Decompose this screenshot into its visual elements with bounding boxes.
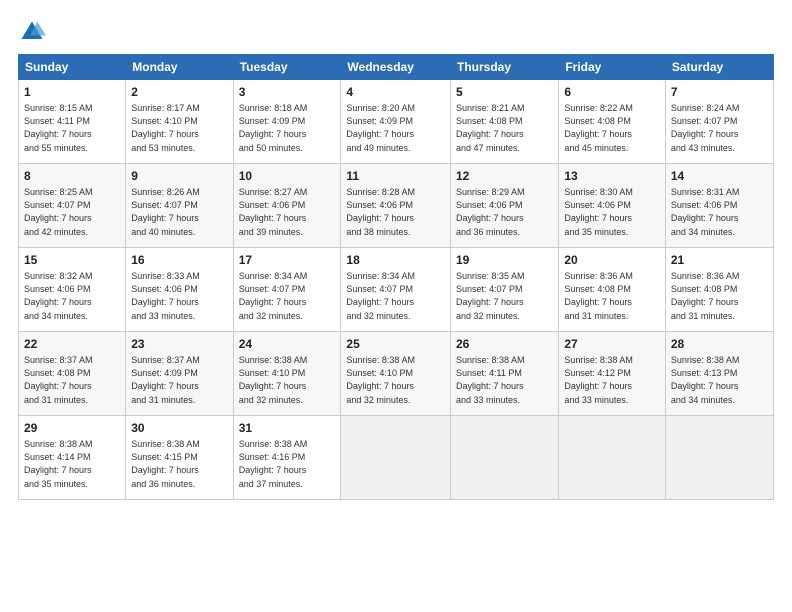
table-row: 13Sunrise: 8:30 AMSunset: 4:06 PMDayligh… bbox=[559, 164, 666, 248]
logo bbox=[18, 18, 50, 46]
table-row: 5Sunrise: 8:21 AMSunset: 4:08 PMDaylight… bbox=[451, 80, 559, 164]
table-row: 16Sunrise: 8:33 AMSunset: 4:06 PMDayligh… bbox=[126, 248, 233, 332]
table-row: 26Sunrise: 8:38 AMSunset: 4:11 PMDayligh… bbox=[451, 332, 559, 416]
table-row: 23Sunrise: 8:37 AMSunset: 4:09 PMDayligh… bbox=[126, 332, 233, 416]
col-header-tuesday: Tuesday bbox=[233, 55, 341, 80]
col-header-friday: Friday bbox=[559, 55, 666, 80]
table-row: 28Sunrise: 8:38 AMSunset: 4:13 PMDayligh… bbox=[665, 332, 773, 416]
table-row: 19Sunrise: 8:35 AMSunset: 4:07 PMDayligh… bbox=[451, 248, 559, 332]
logo-icon bbox=[18, 18, 46, 46]
table-row: 2Sunrise: 8:17 AMSunset: 4:10 PMDaylight… bbox=[126, 80, 233, 164]
col-header-sunday: Sunday bbox=[19, 55, 126, 80]
table-row: 22Sunrise: 8:37 AMSunset: 4:08 PMDayligh… bbox=[19, 332, 126, 416]
calendar-week-3: 15Sunrise: 8:32 AMSunset: 4:06 PMDayligh… bbox=[19, 248, 774, 332]
table-row: 31Sunrise: 8:38 AMSunset: 4:16 PMDayligh… bbox=[233, 416, 341, 500]
table-row: 21Sunrise: 8:36 AMSunset: 4:08 PMDayligh… bbox=[665, 248, 773, 332]
col-header-monday: Monday bbox=[126, 55, 233, 80]
calendar-table: SundayMondayTuesdayWednesdayThursdayFrid… bbox=[18, 54, 774, 500]
table-row: 29Sunrise: 8:38 AMSunset: 4:14 PMDayligh… bbox=[19, 416, 126, 500]
table-row: 27Sunrise: 8:38 AMSunset: 4:12 PMDayligh… bbox=[559, 332, 666, 416]
table-row: 6Sunrise: 8:22 AMSunset: 4:08 PMDaylight… bbox=[559, 80, 666, 164]
table-row: 9Sunrise: 8:26 AMSunset: 4:07 PMDaylight… bbox=[126, 164, 233, 248]
calendar-week-5: 29Sunrise: 8:38 AMSunset: 4:14 PMDayligh… bbox=[19, 416, 774, 500]
table-row bbox=[451, 416, 559, 500]
col-header-saturday: Saturday bbox=[665, 55, 773, 80]
page: SundayMondayTuesdayWednesdayThursdayFrid… bbox=[0, 0, 792, 612]
table-row: 10Sunrise: 8:27 AMSunset: 4:06 PMDayligh… bbox=[233, 164, 341, 248]
table-row: 3Sunrise: 8:18 AMSunset: 4:09 PMDaylight… bbox=[233, 80, 341, 164]
table-row: 20Sunrise: 8:36 AMSunset: 4:08 PMDayligh… bbox=[559, 248, 666, 332]
table-row: 14Sunrise: 8:31 AMSunset: 4:06 PMDayligh… bbox=[665, 164, 773, 248]
calendar-week-4: 22Sunrise: 8:37 AMSunset: 4:08 PMDayligh… bbox=[19, 332, 774, 416]
table-row: 1Sunrise: 8:15 AMSunset: 4:11 PMDaylight… bbox=[19, 80, 126, 164]
table-row bbox=[665, 416, 773, 500]
table-row: 11Sunrise: 8:28 AMSunset: 4:06 PMDayligh… bbox=[341, 164, 451, 248]
table-row: 8Sunrise: 8:25 AMSunset: 4:07 PMDaylight… bbox=[19, 164, 126, 248]
table-row bbox=[559, 416, 666, 500]
calendar-header-row: SundayMondayTuesdayWednesdayThursdayFrid… bbox=[19, 55, 774, 80]
table-row: 30Sunrise: 8:38 AMSunset: 4:15 PMDayligh… bbox=[126, 416, 233, 500]
col-header-thursday: Thursday bbox=[451, 55, 559, 80]
table-row: 15Sunrise: 8:32 AMSunset: 4:06 PMDayligh… bbox=[19, 248, 126, 332]
table-row: 7Sunrise: 8:24 AMSunset: 4:07 PMDaylight… bbox=[665, 80, 773, 164]
table-row: 25Sunrise: 8:38 AMSunset: 4:10 PMDayligh… bbox=[341, 332, 451, 416]
header bbox=[18, 18, 774, 46]
col-header-wednesday: Wednesday bbox=[341, 55, 451, 80]
table-row bbox=[341, 416, 451, 500]
table-row: 17Sunrise: 8:34 AMSunset: 4:07 PMDayligh… bbox=[233, 248, 341, 332]
calendar-week-1: 1Sunrise: 8:15 AMSunset: 4:11 PMDaylight… bbox=[19, 80, 774, 164]
table-row: 4Sunrise: 8:20 AMSunset: 4:09 PMDaylight… bbox=[341, 80, 451, 164]
table-row: 12Sunrise: 8:29 AMSunset: 4:06 PMDayligh… bbox=[451, 164, 559, 248]
table-row: 18Sunrise: 8:34 AMSunset: 4:07 PMDayligh… bbox=[341, 248, 451, 332]
calendar-week-2: 8Sunrise: 8:25 AMSunset: 4:07 PMDaylight… bbox=[19, 164, 774, 248]
table-row: 24Sunrise: 8:38 AMSunset: 4:10 PMDayligh… bbox=[233, 332, 341, 416]
